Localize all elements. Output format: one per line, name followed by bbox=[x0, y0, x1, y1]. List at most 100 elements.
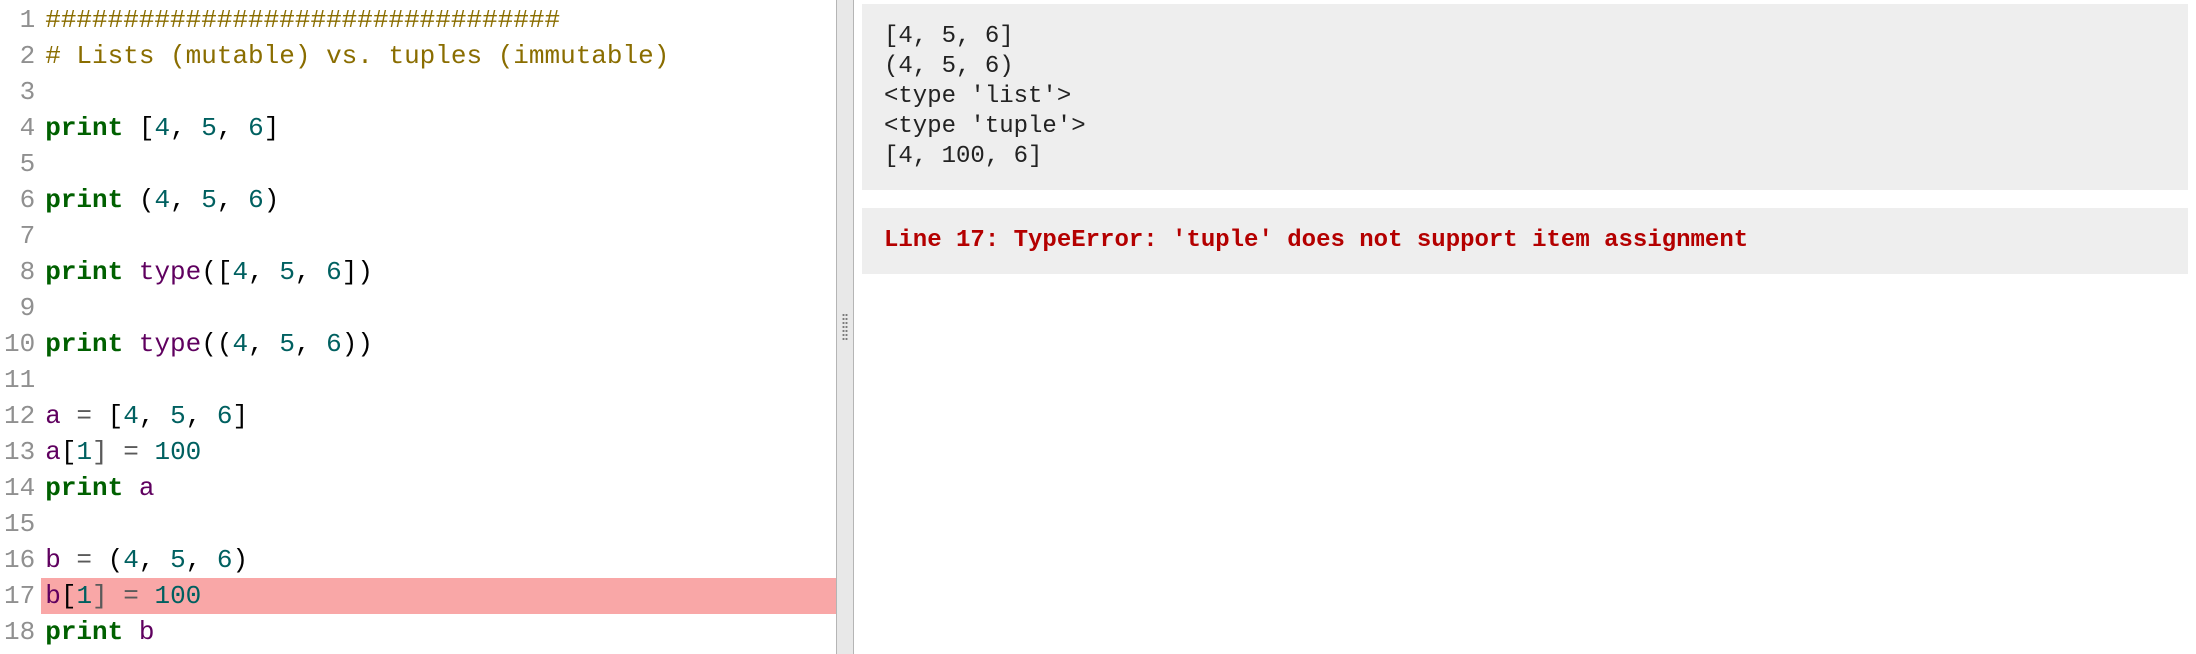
code-token bbox=[123, 329, 139, 359]
code-token: [ bbox=[61, 437, 77, 467]
code-token: , bbox=[139, 545, 170, 575]
code-line[interactable]: a[1] = 100 bbox=[41, 434, 836, 470]
code-line[interactable]: print a bbox=[41, 470, 836, 506]
code-line[interactable] bbox=[41, 74, 836, 110]
code-line[interactable] bbox=[41, 146, 836, 182]
code-line[interactable]: print type([4, 5, 6]) bbox=[41, 254, 836, 290]
line-number: 2 bbox=[0, 38, 41, 74]
code-token: 4 bbox=[123, 545, 139, 575]
code-token: [ bbox=[108, 401, 124, 431]
code-token: ( bbox=[108, 545, 124, 575]
code-line[interactable] bbox=[41, 506, 836, 542]
line-number: 6 bbox=[0, 182, 41, 218]
code-line[interactable]: a = [4, 5, 6] bbox=[41, 398, 836, 434]
line-number: 10 bbox=[0, 326, 41, 362]
code-token: 4 bbox=[232, 329, 248, 359]
code-token: b bbox=[45, 545, 61, 575]
code-token: 100 bbox=[154, 581, 201, 611]
app-root: 123456789101112131415161718 ############… bbox=[0, 0, 2196, 654]
code-token: = bbox=[61, 401, 108, 431]
line-number: 5 bbox=[0, 146, 41, 182]
code-token: ]) bbox=[342, 257, 373, 287]
code-line[interactable]: # Lists (mutable) vs. tuples (immutable) bbox=[41, 38, 836, 74]
code-token bbox=[123, 617, 139, 647]
code-token: 100 bbox=[154, 437, 201, 467]
code-line[interactable] bbox=[41, 362, 836, 398]
code-token: , bbox=[295, 329, 326, 359]
line-number: 1 bbox=[0, 2, 41, 38]
code-line[interactable]: print type((4, 5, 6)) bbox=[41, 326, 836, 362]
line-number: 16 bbox=[0, 542, 41, 578]
code-editor-pane[interactable]: 123456789101112131415161718 ############… bbox=[0, 0, 836, 654]
code-token: 1 bbox=[76, 437, 92, 467]
code-token: ] = bbox=[92, 581, 154, 611]
code-token: (( bbox=[201, 329, 232, 359]
code-token: print bbox=[45, 473, 123, 503]
code-token: 4 bbox=[232, 257, 248, 287]
code-token: print bbox=[45, 617, 123, 647]
code-token: [ bbox=[123, 113, 154, 143]
code-token: )) bbox=[342, 329, 373, 359]
code-token: = bbox=[61, 545, 108, 575]
code-token: ) bbox=[233, 545, 249, 575]
code-token: 6 bbox=[248, 185, 264, 215]
code-token: , bbox=[217, 113, 248, 143]
code-line[interactable]: ################################# bbox=[41, 2, 836, 38]
line-number: 14 bbox=[0, 470, 41, 506]
code-line[interactable] bbox=[41, 290, 836, 326]
line-number: 11 bbox=[0, 362, 41, 398]
code-token bbox=[123, 257, 139, 287]
code-token: print bbox=[45, 185, 123, 215]
code-token: , bbox=[170, 113, 201, 143]
code-token: , bbox=[186, 545, 217, 575]
code-token: ] bbox=[233, 401, 249, 431]
line-number-gutter: 123456789101112131415161718 bbox=[0, 0, 41, 654]
code-line[interactable] bbox=[41, 218, 836, 254]
code-token: , bbox=[186, 401, 217, 431]
code-token: , bbox=[170, 185, 201, 215]
code-area[interactable]: ################################## Lists… bbox=[41, 0, 836, 654]
line-number: 17 bbox=[0, 578, 41, 614]
code-line[interactable]: print (4, 5, 6) bbox=[41, 182, 836, 218]
code-token: 5 bbox=[279, 329, 295, 359]
code-line[interactable]: print b bbox=[41, 614, 836, 650]
stderr-block: Line 17: TypeError: 'tuple' does not sup… bbox=[862, 208, 2188, 274]
code-token: 1 bbox=[76, 581, 92, 611]
code-token: print bbox=[45, 257, 123, 287]
code-token: a bbox=[45, 437, 61, 467]
code-token: ] bbox=[264, 113, 280, 143]
code-token: 4 bbox=[154, 185, 170, 215]
code-token: , bbox=[217, 185, 248, 215]
code-line[interactable]: print [4, 5, 6] bbox=[41, 110, 836, 146]
code-token: 5 bbox=[201, 113, 217, 143]
pane-splitter[interactable] bbox=[836, 0, 854, 654]
code-token: 6 bbox=[217, 545, 233, 575]
code-token: 6 bbox=[326, 329, 342, 359]
code-token: 6 bbox=[326, 257, 342, 287]
line-number: 3 bbox=[0, 74, 41, 110]
line-number: 7 bbox=[0, 218, 41, 254]
line-number: 13 bbox=[0, 434, 41, 470]
code-token: a bbox=[45, 401, 61, 431]
code-token: ) bbox=[264, 185, 280, 215]
code-token: type bbox=[139, 257, 201, 287]
line-number: 18 bbox=[0, 614, 41, 650]
code-token: 5 bbox=[170, 401, 186, 431]
code-token: 6 bbox=[248, 113, 264, 143]
code-token: 6 bbox=[217, 401, 233, 431]
code-token: print bbox=[45, 329, 123, 359]
output-pane: [4, 5, 6] (4, 5, 6) <type 'list'> <type … bbox=[854, 0, 2196, 654]
code-token: , bbox=[139, 401, 170, 431]
code-token: 5 bbox=[279, 257, 295, 287]
line-number: 15 bbox=[0, 506, 41, 542]
code-line[interactable]: b[1] = 100 bbox=[41, 578, 836, 614]
code-line[interactable]: b = (4, 5, 6) bbox=[41, 542, 836, 578]
stdout-block: [4, 5, 6] (4, 5, 6) <type 'list'> <type … bbox=[862, 4, 2188, 190]
code-token: ] = bbox=[92, 437, 154, 467]
code-token: 4 bbox=[123, 401, 139, 431]
line-number: 8 bbox=[0, 254, 41, 290]
splitter-grip-icon bbox=[842, 313, 848, 341]
code-token: , bbox=[248, 329, 279, 359]
code-token: 5 bbox=[170, 545, 186, 575]
code-token: type bbox=[139, 329, 201, 359]
